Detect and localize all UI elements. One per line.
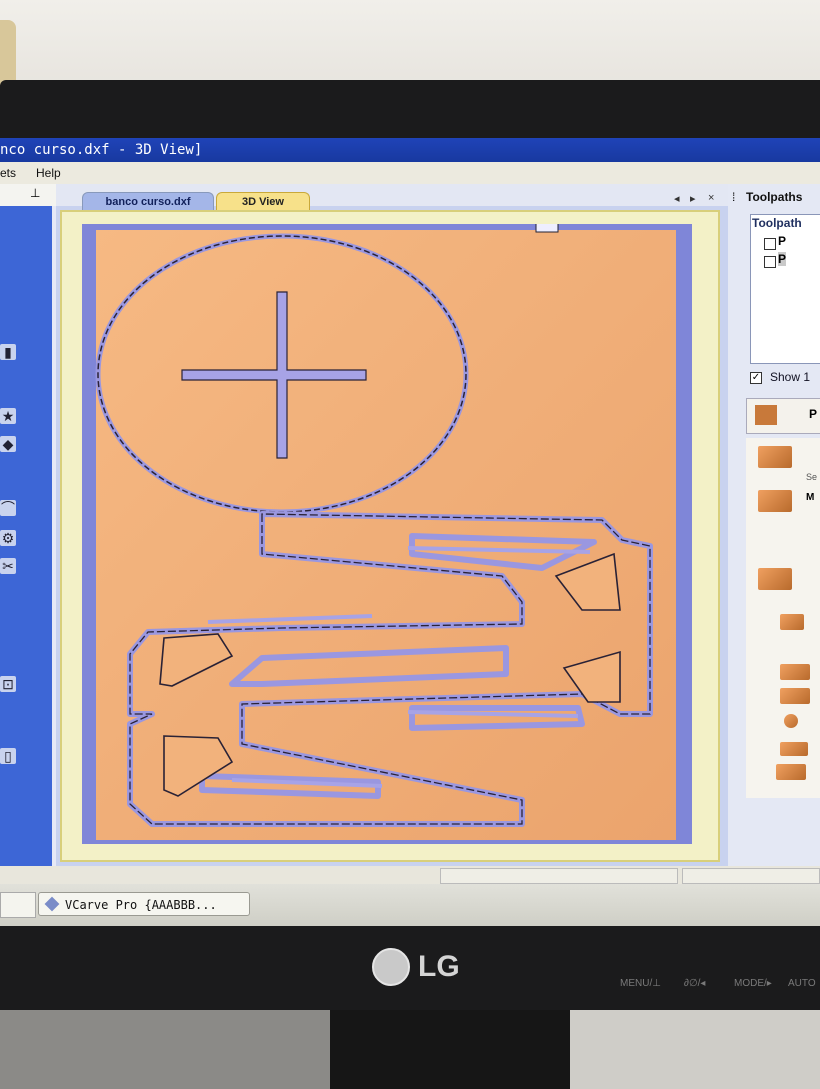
- moulding-toolpath-icon[interactable]: [780, 742, 808, 756]
- toolpath-checkbox-2[interactable]: [764, 256, 776, 268]
- inlay-toolpath-icon[interactable]: [784, 714, 798, 728]
- taskbar-vcarve-label: VCarve Pro {AAABBB...: [65, 898, 217, 912]
- drawing-tool-icon[interactable]: ▮: [0, 344, 16, 360]
- show-checkbox[interactable]: ✓: [750, 372, 762, 384]
- side-letter-m: M: [806, 492, 815, 503]
- toolpath-operations: Se M: [746, 438, 820, 798]
- document-area: banco curso.dxf 3D View ◂ ▸ ×: [56, 184, 728, 874]
- menu-bar: ets Help: [0, 162, 820, 184]
- join-tool-icon[interactable]: ⌒: [0, 500, 16, 516]
- side-letter-se: Se: [806, 472, 818, 482]
- left-panel-header: ⊥: [0, 184, 56, 206]
- 3d-model-render: [95, 217, 676, 840]
- tab-next-icon[interactable]: ▸: [690, 192, 696, 205]
- save-toolpath-icon[interactable]: [776, 764, 806, 780]
- menu-item-gadgets[interactable]: ets: [0, 162, 16, 184]
- view-orientation-icons: [535, 217, 559, 233]
- profile-toolpath-icon[interactable]: [758, 446, 792, 468]
- drill-toolpath-icon[interactable]: [758, 568, 792, 590]
- taskbar-left-button[interactable]: [0, 892, 36, 918]
- lg-brand-text: LG: [418, 950, 460, 983]
- weld-tool-icon[interactable]: ⚙: [0, 530, 16, 546]
- pin-icon[interactable]: ⊥: [30, 186, 40, 200]
- monitor-mode-control[interactable]: MODE/▸: [734, 978, 772, 989]
- fluting-toolpath-icon[interactable]: [780, 664, 810, 680]
- status-cell-1: [440, 868, 678, 884]
- left-toolbar: ⊥ ▮ ★ ◆ ⌒ ⚙ ✂ ⊡ ▯: [0, 184, 58, 906]
- toolpath-button-label: P: [809, 407, 818, 421]
- tab-close-icon[interactable]: ×: [708, 192, 714, 204]
- tab-3d-view[interactable]: 3D View: [216, 192, 310, 211]
- toolpath-list-header: Toolpath: [752, 216, 802, 230]
- monitor-stand: [330, 1010, 570, 1089]
- texture-toolpath-icon[interactable]: [780, 688, 810, 704]
- taskbar-vcarve-button[interactable]: VCarve Pro {AAABBB...: [38, 892, 250, 916]
- scissors-tool-icon[interactable]: ✂: [0, 558, 16, 574]
- left-panel-body: [0, 206, 52, 906]
- toolpaths-panel-title: Toolpaths: [746, 190, 803, 204]
- tab-strip: banco curso.dxf 3D View ◂ ▸ ×: [56, 184, 728, 211]
- toolpath-checkbox-1[interactable]: [764, 238, 776, 250]
- view-frame: [60, 210, 720, 862]
- 3d-viewport[interactable]: [82, 217, 692, 844]
- toolpath-action-button[interactable]: P: [746, 398, 820, 434]
- toolpath-icon: [755, 405, 777, 425]
- toolpaths-panel: ⁞ Toolpaths Toolpath P P ✓ Show 1 P Se M: [728, 184, 820, 884]
- screen: nco curso.dxf - 3D View] ets Help ⊥ ▮ ★ …: [0, 138, 820, 926]
- status-cell-2: [682, 868, 820, 884]
- taskbar: VCarve Pro {AAABBB...: [0, 884, 820, 926]
- panel-grip-icon: ⁞: [732, 190, 736, 204]
- monitor-auto-control[interactable]: AUTO: [788, 978, 816, 989]
- vcarve-toolpath-icon[interactable]: [780, 614, 804, 630]
- shape-tool-icon[interactable]: ◆: [0, 436, 16, 452]
- window-title: nco curso.dxf - 3D View]: [0, 142, 203, 158]
- monitor-volume-control[interactable]: ∂∅/◂: [684, 978, 705, 989]
- lg-logo-mark: [372, 948, 410, 986]
- vcarve-app-icon: [44, 896, 60, 912]
- tab-banco-curso[interactable]: banco curso.dxf: [82, 192, 214, 211]
- toolpath-item-2[interactable]: P: [778, 252, 787, 266]
- desk-shadow: [0, 1010, 330, 1089]
- pocket-toolpath-icon[interactable]: [758, 490, 792, 512]
- window-titlebar[interactable]: nco curso.dxf - 3D View]: [0, 138, 820, 162]
- monitor-menu-control[interactable]: MENU/⊥: [620, 978, 661, 989]
- star-tool-icon[interactable]: ★: [0, 408, 16, 424]
- align-tool-icon[interactable]: ⊡: [0, 676, 16, 692]
- iso-view-icon[interactable]: [535, 217, 559, 233]
- panel-tool-icon[interactable]: ▯: [0, 748, 16, 764]
- show-label: Show 1: [770, 370, 811, 384]
- tab-prev-icon[interactable]: ◂: [674, 192, 680, 205]
- toolpath-item-1[interactable]: P: [778, 234, 786, 248]
- status-bar: [0, 866, 820, 884]
- menu-item-help[interactable]: Help: [36, 162, 61, 184]
